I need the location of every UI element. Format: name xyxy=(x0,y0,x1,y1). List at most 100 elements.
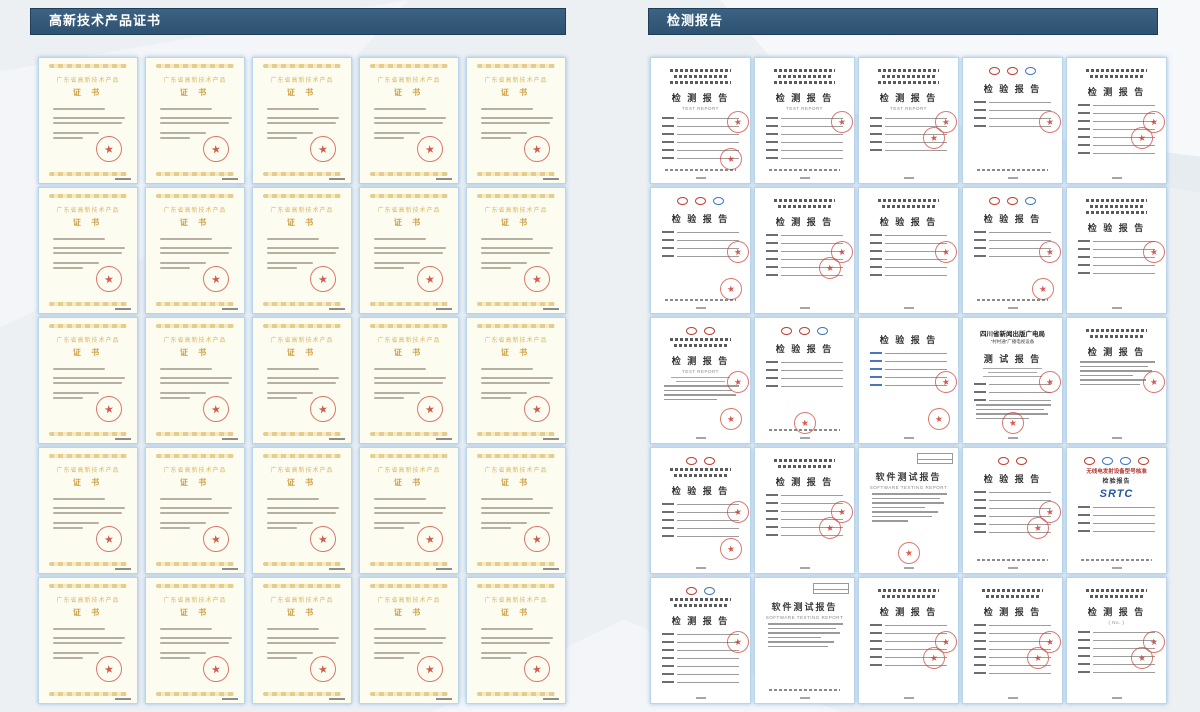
certificate-thumbnail[interactable]: 广东省高新技术产品 证 书 ★ xyxy=(252,57,352,184)
field-label xyxy=(662,535,674,538)
report-thumbnail[interactable]: 检 验 报 告★ xyxy=(858,187,959,314)
report-thumbnail[interactable]: 检 验 报 告★★ xyxy=(650,187,751,314)
report-thumbnail[interactable]: 检 验 报 告★ xyxy=(754,317,855,444)
report-thumbnail[interactable]: 软件测试报告SOFTWARE TESTING REPORT★ xyxy=(858,447,959,574)
certificate-thumbnail[interactable]: 广东省高新技术产品 证 书 ★ xyxy=(359,187,459,314)
form-field-row xyxy=(766,383,843,387)
form-field-row xyxy=(974,397,1051,401)
text-line xyxy=(267,368,319,370)
certificate-thumbnail[interactable]: 广东省高新技术产品 证 书 ★ xyxy=(252,577,352,704)
english-text-line xyxy=(983,376,1043,378)
report-thumbnail[interactable]: 软件测试报告SOFTWARE TESTING REPORT xyxy=(754,577,855,704)
certificate-subtitle: 证 书 xyxy=(47,217,129,228)
gold-ornament-top xyxy=(156,64,234,68)
certificate-thumbnail[interactable]: 广东省高新技术产品 证 书 ★ xyxy=(252,447,352,574)
field-value-line xyxy=(781,131,843,135)
report-thumbnail[interactable]: 检 验 报 告★★ xyxy=(858,317,959,444)
report-thumbnail[interactable]: 检 验 报 告★★ xyxy=(650,447,751,574)
report-thumbnail[interactable]: 检 验 报 告★ xyxy=(1066,187,1167,314)
text-line xyxy=(374,132,420,134)
certificate-thumbnail[interactable]: 广东省高新技术产品 证 书 ★ xyxy=(252,187,352,314)
field-label xyxy=(766,133,778,136)
certificate-thumbnail[interactable]: 广东省高新技术产品 证 书 ★ xyxy=(38,317,138,444)
accreditation-logos xyxy=(658,327,743,335)
report-thumbnail[interactable]: 检 测 报 告TEST REPORT★★ xyxy=(858,57,959,184)
certificate-thumbnail[interactable]: 广东省高新技术产品 证 书 ★ xyxy=(359,577,459,704)
form-field-row xyxy=(766,492,843,496)
report-thumbnail[interactable]: 检 测 报 告★★ xyxy=(754,447,855,574)
certificate-thumbnail[interactable]: 广东省高新技术产品 证 书 ★ xyxy=(466,187,566,314)
blue-logo-icon xyxy=(1025,197,1036,205)
field-label xyxy=(662,519,674,522)
report-thumbnail[interactable]: 检 测 报 告★★ xyxy=(858,577,959,704)
certificate-thumbnail[interactable]: 广东省高新技术产品 证 书 ★ xyxy=(38,447,138,574)
report-thumbnail[interactable]: 检 验 报 告★ xyxy=(962,57,1063,184)
form-field-row xyxy=(1078,520,1155,524)
certificate-thumbnail[interactable]: 广东省高新技术产品 证 书 ★ xyxy=(38,57,138,184)
text-line xyxy=(374,108,426,110)
red-seal-icon: ★ xyxy=(1038,239,1063,264)
certificate-thumbnail[interactable]: 广东省高新技术产品 证 书 ★ xyxy=(145,447,245,574)
report-thumbnail[interactable]: 检 验 报 告★★ xyxy=(962,187,1063,314)
report-thumbnail[interactable]: 检 验 报 告★★ xyxy=(962,447,1063,574)
text-line xyxy=(267,507,339,509)
certificate-thumbnail[interactable]: 广东省高新技术产品 证 书 ★ xyxy=(38,187,138,314)
gold-ornament-top xyxy=(477,194,555,198)
cal-logo-icon xyxy=(704,327,715,335)
text-line xyxy=(374,652,420,654)
certificate-thumbnail[interactable]: 广东省高新技术产品 证 书 ★ xyxy=(466,447,566,574)
page-number xyxy=(696,567,706,569)
certificate-thumbnail[interactable]: 广东省高新技术产品 证 书 ★ xyxy=(359,57,459,184)
field-label xyxy=(974,109,986,112)
report-title: 检 测 报 告 xyxy=(866,605,951,618)
report-thumbnail[interactable]: 检 测 报 告( No. )★★ xyxy=(1066,577,1167,704)
report-thumbnail[interactable]: 检 测 报 告TEST REPORT★★ xyxy=(650,317,751,444)
certificate-thumbnail[interactable]: 广东省高新技术产品 证 书 ★ xyxy=(145,187,245,314)
field-label xyxy=(662,117,674,120)
certificate-title: 广东省高新技术产品 xyxy=(47,335,129,344)
footer-text-line xyxy=(1081,559,1152,561)
certificate-thumbnail[interactable]: 广东省高新技术产品 证 书 ★ xyxy=(466,57,566,184)
text-line xyxy=(267,498,319,500)
certificate-thumbnail[interactable]: 广东省高新技术产品 证 书 ★ xyxy=(466,577,566,704)
text-line xyxy=(481,117,553,119)
field-label xyxy=(766,502,778,505)
red-star-seal-icon: ★ xyxy=(415,654,444,683)
page-number xyxy=(1112,177,1122,179)
report-title: 软件测试报告 xyxy=(866,470,951,483)
report-thumbnail[interactable]: 检 测 报 告★★ xyxy=(962,577,1063,704)
paragraph-line xyxy=(872,507,925,509)
report-thumbnail[interactable]: 检 测 报 告★★ xyxy=(1066,57,1167,184)
report-thumbnail[interactable]: 检 测 报 告★ xyxy=(1066,317,1167,444)
report-thumbnail[interactable]: 检 测 报 告★ xyxy=(650,577,751,704)
gold-ornament-bottom xyxy=(263,172,341,176)
certificate-thumbnail[interactable]: 广东省高新技术产品 证 书 ★ xyxy=(38,577,138,704)
field-label xyxy=(1078,639,1090,642)
report-thumbnail[interactable]: 检 测 报 告TEST REPORT★ xyxy=(754,57,855,184)
org-header-line xyxy=(878,589,939,592)
field-label xyxy=(662,247,674,250)
report-thumbnail[interactable]: 检 测 报 告★★ xyxy=(754,187,855,314)
red-star-seal-icon: ★ xyxy=(94,654,123,683)
red-star-seal-icon: ★ xyxy=(415,524,444,553)
certificate-thumbnail[interactable]: 广东省高新技术产品 证 书 ★ xyxy=(359,447,459,574)
report-thumbnail[interactable]: 四川省新闻出版广电局“村村通”广播电视设备测 试 报 告★★ xyxy=(962,317,1063,444)
report-thumbnail[interactable]: 检 测 报 告TEST REPORT★★ xyxy=(650,57,751,184)
certificate-thumbnail[interactable]: 广东省高新技术产品 证 书 ★ xyxy=(145,317,245,444)
certificate-thumbnail[interactable]: 广东省高新技术产品 证 书 ★ xyxy=(145,57,245,184)
text-line xyxy=(53,247,125,249)
text-line xyxy=(481,238,533,240)
cma-logo-icon xyxy=(686,327,697,335)
certificate-thumbnail[interactable]: 广东省高新技术产品 证 书 ★ xyxy=(466,317,566,444)
field-label xyxy=(1078,248,1090,251)
field-label xyxy=(870,250,882,253)
certificate-thumbnail[interactable]: 广东省高新技术产品 证 书 ★ xyxy=(145,577,245,704)
gold-ornament-top xyxy=(156,584,234,588)
report-thumbnail[interactable]: 无线电发射设备型号核准检验报告SRTC xyxy=(1066,447,1167,574)
certificate-thumbnail[interactable]: 广东省高新技术产品 证 书 ★ xyxy=(359,317,459,444)
certificate-thumbnail[interactable]: 广东省高新技术产品 证 书 ★ xyxy=(252,317,352,444)
text-line xyxy=(53,657,83,659)
form-field-row xyxy=(1078,110,1155,114)
red-star-seal-icon: ★ xyxy=(522,654,551,683)
org-header-line xyxy=(778,75,831,78)
